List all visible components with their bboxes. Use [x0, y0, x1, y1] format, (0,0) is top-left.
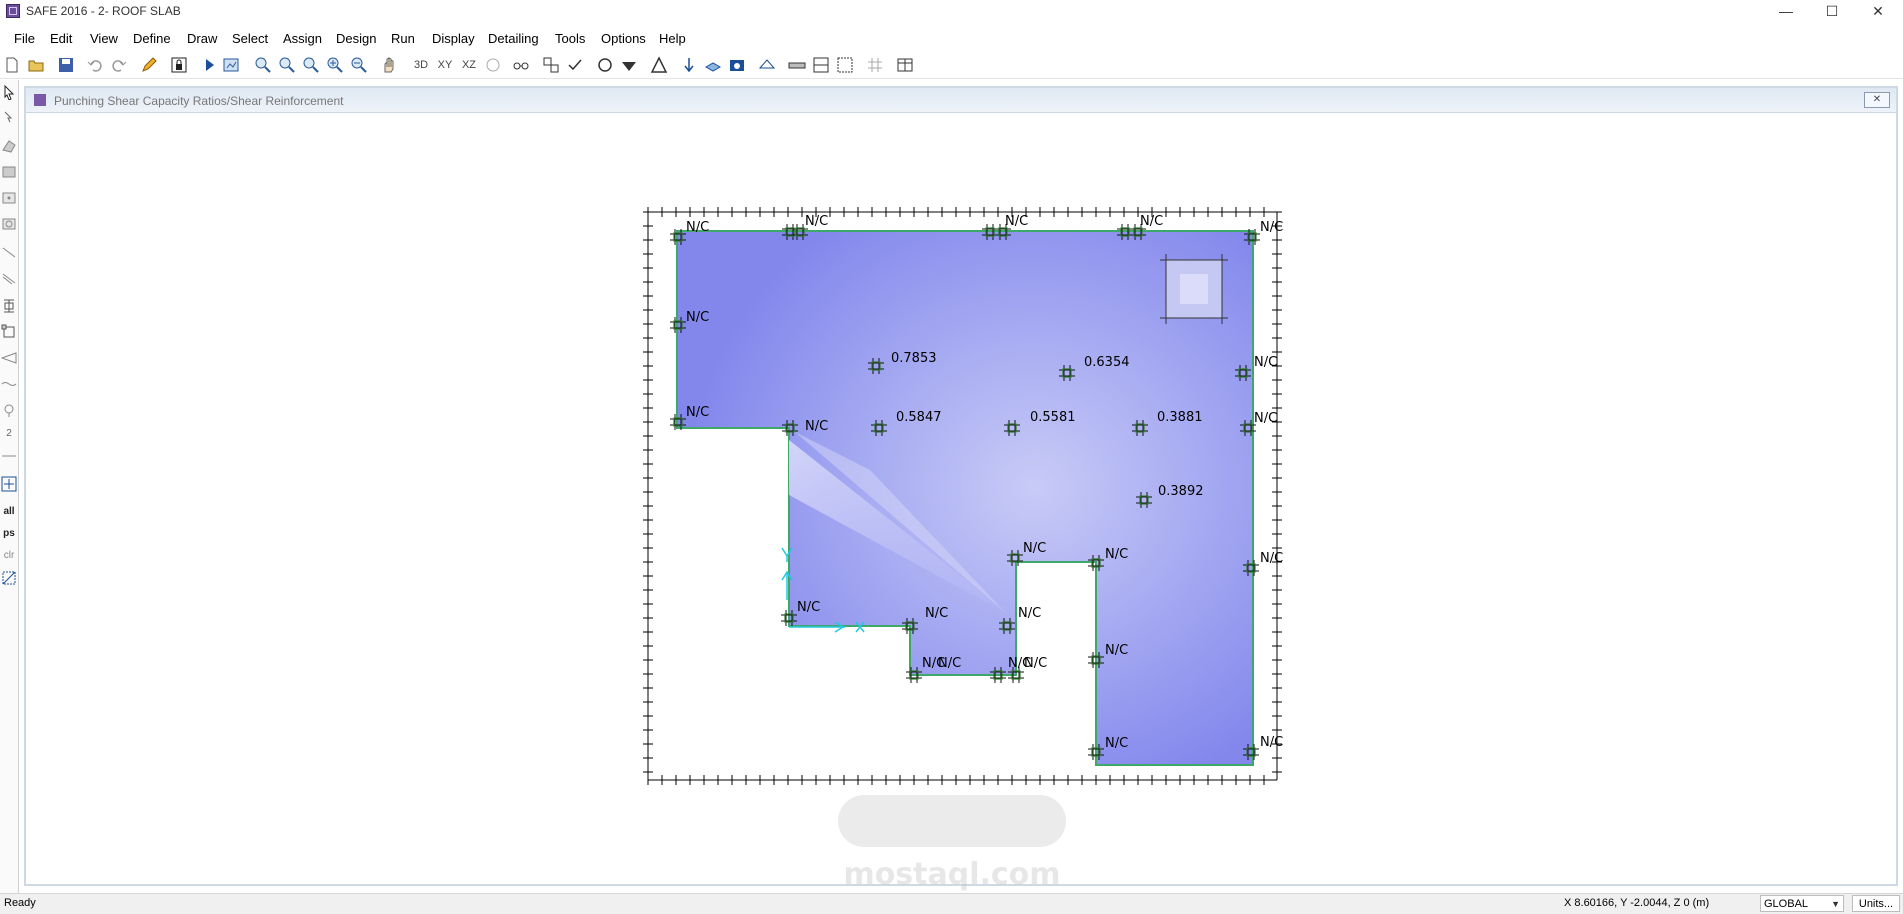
punching-ratio: 0.5847 [896, 410, 942, 425]
watermark: mostaql.com [838, 795, 1066, 892]
chevron-down-icon: ▼ [1831, 899, 1840, 909]
punching-label: N/C [938, 656, 961, 671]
punching-label: N/C [1005, 214, 1028, 229]
coordinate-system-select[interactable]: GLOBAL ▼ [1760, 895, 1844, 912]
drawing-canvas[interactable]: N/C N/C N/C N/C N/C N/C N/C N/C N/C N/C … [0, 0, 1903, 893]
punching-label: N/C [1254, 411, 1277, 426]
punching-label: N/C [1024, 656, 1047, 671]
units-button[interactable]: Units... [1852, 895, 1900, 912]
punching-label: N/C [1260, 735, 1283, 750]
punching-label: N/C [1105, 643, 1128, 658]
opening-inner [1180, 274, 1208, 304]
watermark-text: mostaql.com [843, 857, 1060, 892]
punching-ratio: 0.5581 [1030, 410, 1076, 425]
status-text: Ready [4, 897, 36, 909]
punching-label: N/C [1254, 355, 1277, 370]
punching-label: N/C [1140, 214, 1163, 229]
punching-ratio: 0.3892 [1158, 484, 1204, 499]
punching-label: N/C [686, 405, 709, 420]
status-bar: Ready X 8.60166, Y -2.0044, Z 0 (m) GLOB… [0, 893, 1903, 914]
punching-label: N/C [925, 606, 948, 621]
punching-ratio: 0.3881 [1157, 410, 1203, 425]
coordinate-system-value: GLOBAL [1764, 898, 1809, 910]
punching-label: N/C [1018, 606, 1041, 621]
punching-label: N/C [686, 310, 709, 325]
punching-label: N/C [805, 214, 828, 229]
punching-label: N/C [1023, 541, 1046, 556]
punching-label: N/C [1260, 220, 1283, 235]
punching-ratio: 0.6354 [1084, 355, 1130, 370]
punching-label: N/C [805, 419, 828, 434]
punching-ratio: 0.7853 [891, 351, 937, 366]
punching-label: N/C [686, 220, 709, 235]
cursor-coordinates: X 8.60166, Y -2.0044, Z 0 (m) [1564, 897, 1710, 909]
punching-label: N/C [797, 600, 820, 615]
punching-label: N/C [1260, 551, 1283, 566]
punching-label: N/C [1105, 547, 1128, 562]
punching-label: N/C [1105, 736, 1128, 751]
